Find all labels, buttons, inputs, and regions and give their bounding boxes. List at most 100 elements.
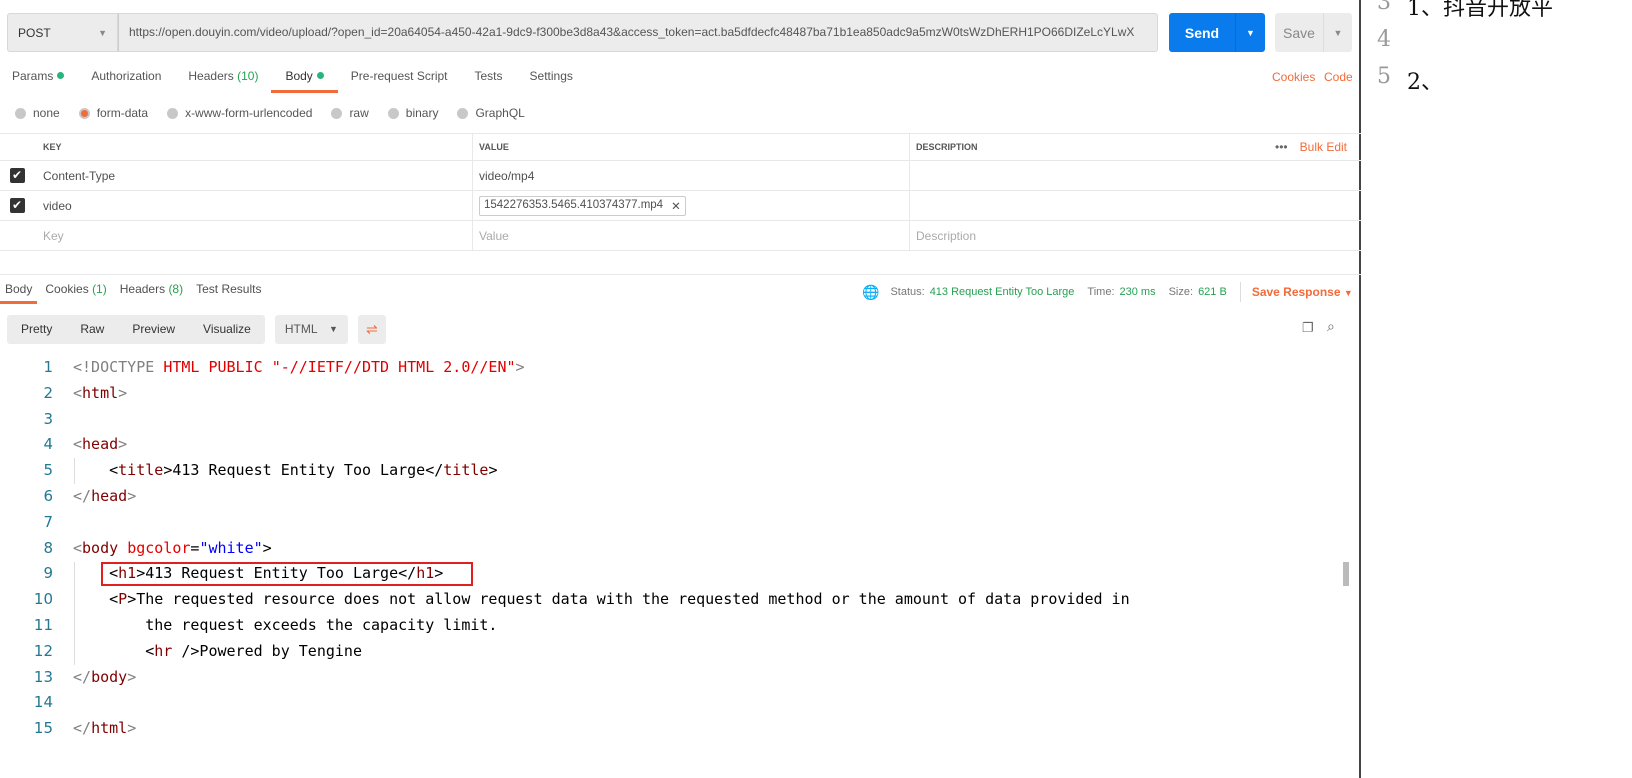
code-token: html <box>82 383 119 402</box>
value-cell[interactable]: video/mp4 <box>473 161 910 190</box>
scrollbar[interactable] <box>1343 562 1349 586</box>
code-line: 7 <box>0 510 1340 536</box>
radio-graphql[interactable]: GraphQL <box>457 106 525 120</box>
tab-params[interactable]: Params <box>12 69 65 93</box>
size-value: 621 B <box>1198 286 1227 298</box>
status-value: 413 Request Entity Too Large <box>929 286 1075 298</box>
radio-label: x-www-form-urlencoded <box>185 106 313 120</box>
line-number: 7 <box>43 512 53 531</box>
description-placeholder[interactable]: Description <box>910 221 1361 250</box>
wrap-lines-icon[interactable]: ⇌ <box>357 315 386 344</box>
postman-panel: POST ▼ https://open.douyin.com/video/uplo… <box>0 0 1361 778</box>
response-tab-body[interactable]: Body <box>0 282 38 304</box>
tab-label: Params <box>12 69 54 83</box>
code-line: 2 < html > <box>0 381 1340 407</box>
code-token: </ <box>73 719 92 738</box>
tab-pre-request-script[interactable]: Pre-request Script <box>351 69 448 93</box>
code-token: > <box>515 358 525 376</box>
code-line: 4 < head > <box>0 432 1340 458</box>
bulk-edit-link[interactable]: Bulk Edit <box>1300 140 1347 154</box>
line-number: 2 <box>43 383 53 402</box>
line-number: 6 <box>43 486 53 505</box>
code-link[interactable]: Code <box>1324 70 1353 84</box>
key-header: KEY <box>34 134 473 160</box>
response-tab-headers[interactable]: Headers (8) <box>120 282 183 296</box>
chevron-down-icon: ▼ <box>1343 288 1353 298</box>
code-line: 3 <box>0 407 1340 433</box>
response-tab-cookies[interactable]: Cookies (1) <box>45 282 106 296</box>
key-placeholder[interactable]: Key <box>34 221 473 250</box>
radio-binary[interactable]: binary <box>387 106 439 120</box>
radio-urlencoded[interactable]: x-www-form-urlencoded <box>167 106 312 120</box>
editor-line-text[interactable]: 1、抖音开放平 <box>1407 0 1553 22</box>
tab-tests[interactable]: Tests <box>475 69 503 93</box>
url-input[interactable]: https://open.douyin.com/video/upload/?op… <box>118 13 1158 52</box>
radio-raw[interactable]: raw <box>331 106 369 120</box>
format-select[interactable]: HTML ▼ <box>274 315 348 344</box>
method-select[interactable]: POST ▼ <box>7 13 118 52</box>
line-number: 5 <box>1377 64 1391 89</box>
code-line: 13 </body > <box>0 665 1340 691</box>
radio-label: binary <box>405 106 439 120</box>
code-token: bgcolor <box>127 538 191 557</box>
code-token: hr <box>154 641 173 660</box>
code-token: "-//IETF//DTD HTML 2.0//EN" <box>271 358 516 376</box>
code-token: head <box>91 486 128 505</box>
view-preview[interactable]: Preview <box>118 315 189 344</box>
radio-label: raw <box>349 106 369 120</box>
line-number: 5 <box>43 461 53 480</box>
key-cell[interactable]: Content-Type <box>34 161 473 190</box>
send-button[interactable]: Send ▼ <box>1169 13 1265 52</box>
radio-icon <box>167 107 179 119</box>
size-label: Size: <box>1168 286 1194 298</box>
radio-form-data[interactable]: form-data <box>78 106 148 120</box>
editor-line-text[interactable]: 2、 <box>1407 64 1443 96</box>
description-cell[interactable] <box>910 191 1361 220</box>
code-token: <!DOCTYPE <box>73 358 164 376</box>
save-response-button[interactable]: Save Response ▼ <box>1252 285 1353 299</box>
more-icon[interactable]: ••• <box>1275 140 1288 154</box>
table-row-empty: Key Value Description <box>0 221 1361 251</box>
radio-none[interactable]: none <box>15 106 60 120</box>
response-tab-test-results[interactable]: Test Results <box>196 282 261 296</box>
code-token: < <box>73 435 83 454</box>
remove-file-icon[interactable]: ✕ <box>671 199 681 213</box>
tab-settings[interactable]: Settings <box>530 69 573 93</box>
time-label: Time: <box>1087 286 1115 298</box>
table-row: ✔ video 1542276353.5465.410374377.mp4 ✕ <box>0 191 1361 221</box>
code-token: = <box>190 538 200 557</box>
view-raw[interactable]: Raw <box>66 315 118 344</box>
code-token: html <box>91 719 128 738</box>
response-tabs: Body Cookies (1) Headers (8) Test Result… <box>0 282 274 304</box>
tab-body[interactable]: Body <box>271 69 339 93</box>
line-number: 12 <box>33 641 53 660</box>
code-line: 5 < title >413 Request Entity Too Large</t… <box>0 458 1340 484</box>
code-line: 6 </head > <box>0 484 1340 510</box>
save-response-label: Save Response <box>1251 285 1341 299</box>
side-editor: 3 1、抖音开放平 4 5 2、 <box>1363 0 1632 778</box>
globe-lock-icon[interactable]: 🌐 <box>862 284 879 301</box>
code-token: >413 Request Entity Too Large</ <box>163 461 444 480</box>
save-button[interactable]: Save ▼ <box>1275 13 1352 52</box>
tab-label: Headers <box>188 69 234 83</box>
cookies-link[interactable]: Cookies <box>1272 70 1315 84</box>
key-cell[interactable]: video <box>34 191 473 220</box>
tab-headers[interactable]: Headers (10) <box>188 69 258 93</box>
search-icon[interactable]: ⌕ <box>1327 318 1335 335</box>
description-cell[interactable] <box>910 161 1361 190</box>
view-pretty[interactable]: Pretty <box>7 315 66 344</box>
code-token: > <box>127 719 137 738</box>
code-viewer: 1 <!DOCTYPE HTML PUBLIC "-//IETF//DTD HTM… <box>0 355 1340 742</box>
checkbox-checked-icon[interactable]: ✔ <box>9 198 25 213</box>
description-header: DESCRIPTION <box>916 142 978 152</box>
copy-icon[interactable]: ❐ <box>1302 320 1314 336</box>
line-number: 4 <box>43 435 53 454</box>
value-placeholder[interactable]: Value <box>473 221 910 250</box>
view-visualize[interactable]: Visualize <box>189 315 265 344</box>
file-chip: 1542276353.5465.410374377.mp4 ✕ <box>479 195 686 216</box>
send-dropdown-icon[interactable]: ▼ <box>1235 13 1265 52</box>
checkbox-checked-icon[interactable]: ✔ <box>9 168 25 183</box>
save-dropdown-icon[interactable]: ▼ <box>1323 13 1352 52</box>
tab-label: Authorization <box>91 69 162 83</box>
tab-authorization[interactable]: Authorization <box>91 69 161 93</box>
